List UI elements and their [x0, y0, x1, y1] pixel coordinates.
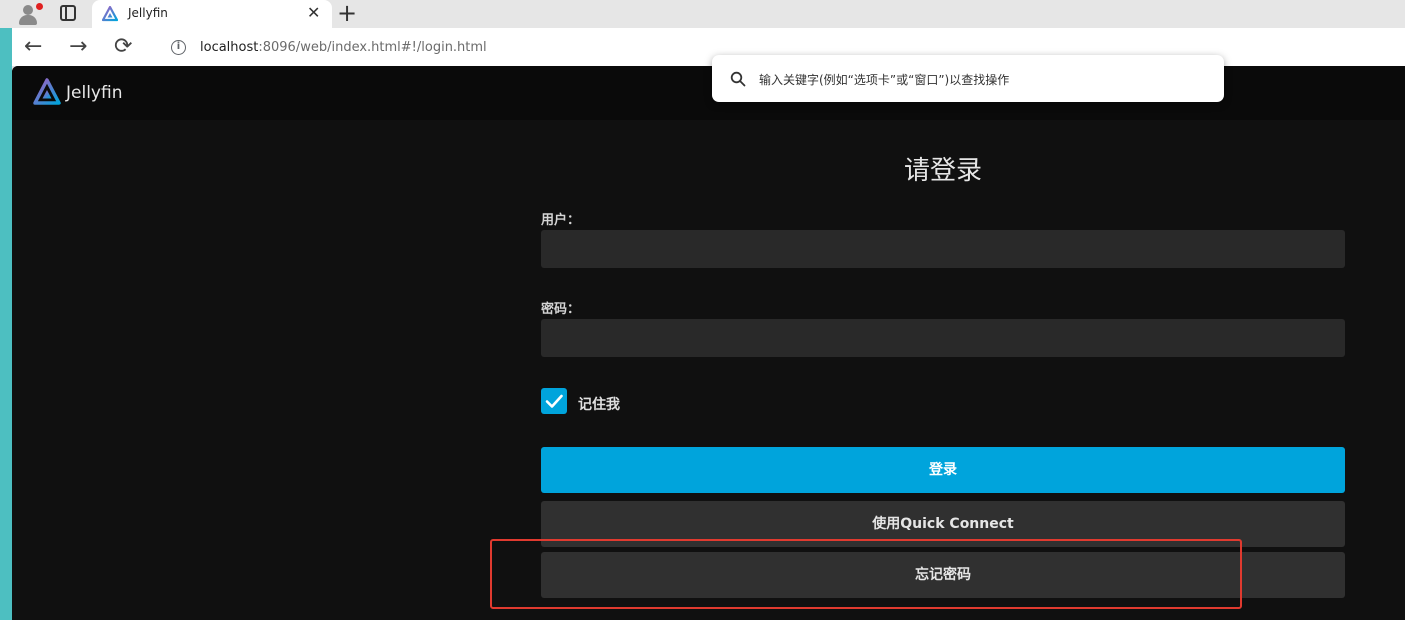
tab-close-icon[interactable]: ✕ [307, 3, 320, 22]
new-tab-button[interactable]: + [337, 0, 357, 26]
tab-actions-icon[interactable] [60, 5, 76, 21]
back-icon[interactable]: ← [24, 36, 42, 58]
remember-me-label[interactable]: 记住我 [578, 394, 620, 414]
annotation-highlight-box [490, 539, 1242, 609]
url-host: localhost [200, 40, 259, 55]
login-button[interactable]: 登录 [541, 447, 1345, 493]
tab-strip: Jellyfin ✕ + [0, 0, 1405, 28]
jellyfin-favicon-icon [102, 6, 118, 22]
password-input[interactable] [541, 319, 1345, 357]
search-icon [730, 71, 746, 87]
page-title: 请登录 [903, 156, 982, 186]
url-text[interactable]: localhost:8096/web/index.html#!/login.ht… [200, 40, 487, 55]
site-info-icon[interactable]: i [171, 40, 186, 55]
notification-dot-icon [36, 3, 43, 10]
forward-icon[interactable]: → [69, 36, 87, 58]
checkmark-icon [545, 394, 563, 408]
user-input[interactable] [541, 230, 1345, 268]
command-palette-input[interactable]: 输入关键字(例如“选项卡”或“窗口”)以查找操作 [759, 71, 1009, 88]
url-path: :8096/web/index.html#!/login.html [258, 40, 487, 55]
brand-name: Jellyfin [66, 83, 123, 103]
profile-head [23, 5, 33, 15]
password-label: 密码： [541, 302, 581, 317]
tab-title: Jellyfin [128, 6, 168, 20]
user-label: 用户： [541, 213, 581, 228]
profile-body [19, 15, 37, 25]
desktop-edge [0, 0, 12, 620]
command-palette[interactable]: 输入关键字(例如“选项卡”或“窗口”)以查找操作 [712, 55, 1224, 102]
remember-me-checkbox[interactable] [541, 388, 567, 414]
profile-button[interactable] [14, 2, 43, 26]
jellyfin-app: Jellyfin 请登录 用户： 密码： 记住我 登录 使用Quick Conn… [12, 66, 1405, 620]
reload-icon[interactable]: ⟳ [114, 36, 132, 58]
jellyfin-logo-icon [33, 78, 61, 105]
tab-jellyfin[interactable]: Jellyfin ✕ [92, 0, 332, 28]
